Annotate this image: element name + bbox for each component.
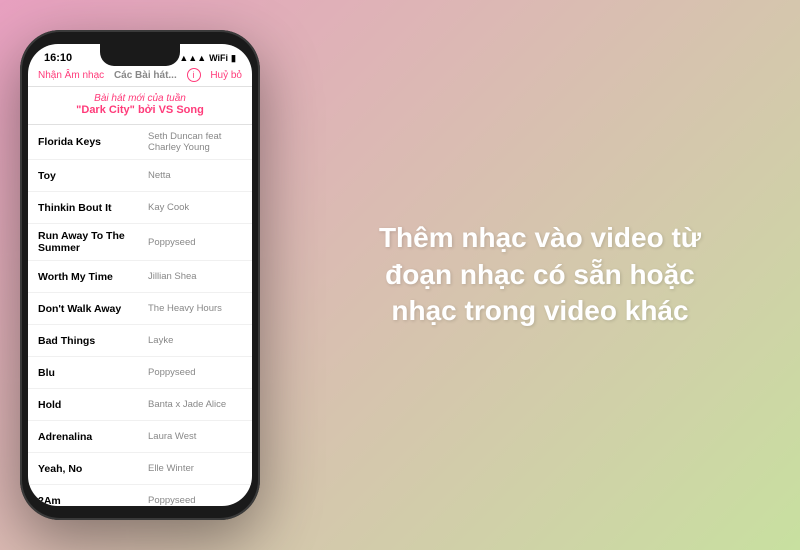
song-title: Blu bbox=[38, 367, 148, 379]
song-title: Hold bbox=[38, 399, 148, 411]
nav-cancel-button[interactable]: Huỷ bỏ bbox=[210, 70, 242, 81]
song-item[interactable]: ToyNetta bbox=[28, 160, 252, 192]
song-of-week-banner: Bài hát mới của tuần "Dark City" bởi VS … bbox=[28, 87, 252, 125]
banner-line2: "Dark City" bởi VS Song bbox=[36, 104, 244, 116]
song-artist: Banta x Jade Alice bbox=[148, 399, 242, 410]
song-title: Bad Things bbox=[38, 335, 148, 347]
song-item[interactable]: BluPoppyseed bbox=[28, 357, 252, 389]
song-title: Thinkin Bout It bbox=[38, 202, 148, 214]
song-item[interactable]: 2AmPoppyseed bbox=[28, 485, 252, 506]
song-item[interactable]: Yeah, NoElle Winter bbox=[28, 453, 252, 485]
song-title: Toy bbox=[38, 170, 148, 182]
song-artist: Layke bbox=[148, 335, 242, 346]
song-item[interactable]: Bad ThingsLayke bbox=[28, 325, 252, 357]
nav-bar: Nhận Âm nhạc Các Bài hát... i Huỷ bỏ bbox=[28, 66, 252, 87]
song-artist: Netta bbox=[148, 170, 242, 181]
promo-text-area: Thêm nhạc vào video từ đoạn nhạc có sẵn … bbox=[260, 220, 780, 329]
battery-icon: ▮ bbox=[231, 53, 236, 64]
signal-icon: ▲▲▲ bbox=[179, 53, 206, 63]
phone-wrapper: 16:10 ▲▲▲ WiFi ▮ Nhận Âm nhạc Các Bài há… bbox=[20, 30, 260, 520]
nav-info-button[interactable]: i bbox=[187, 68, 201, 82]
song-title: Yeah, No bbox=[38, 463, 148, 475]
song-artist: Laura West bbox=[148, 431, 242, 442]
song-artist: Poppyseed bbox=[148, 367, 242, 378]
song-item[interactable]: HoldBanta x Jade Alice bbox=[28, 389, 252, 421]
nav-receive-music[interactable]: Nhận Âm nhạc bbox=[38, 70, 104, 81]
song-item[interactable]: Thinkin Bout ItKay Cook bbox=[28, 192, 252, 224]
song-item[interactable]: AdrenalinaLaura West bbox=[28, 421, 252, 453]
song-list: Florida KeysSeth Duncan feat Charley You… bbox=[28, 125, 252, 506]
song-title: Don't Walk Away bbox=[38, 303, 148, 315]
song-item[interactable]: Worth My TimeJillian Shea bbox=[28, 261, 252, 293]
song-artist: Kay Cook bbox=[148, 202, 242, 213]
song-title: Run Away To The Summer bbox=[38, 230, 148, 254]
song-item[interactable]: Don't Walk AwayThe Heavy Hours bbox=[28, 293, 252, 325]
song-artist: Poppyseed bbox=[148, 237, 242, 248]
song-title: Worth My Time bbox=[38, 271, 148, 283]
page-container: 16:10 ▲▲▲ WiFi ▮ Nhận Âm nhạc Các Bài há… bbox=[0, 0, 800, 550]
banner-line1: Bài hát mới của tuần bbox=[36, 93, 244, 104]
song-item[interactable]: Florida KeysSeth Duncan feat Charley You… bbox=[28, 125, 252, 160]
status-icons: ▲▲▲ WiFi ▮ bbox=[179, 53, 236, 64]
song-artist: Jillian Shea bbox=[148, 271, 242, 282]
song-title: 2Am bbox=[38, 495, 148, 507]
song-title: Adrenalina bbox=[38, 431, 148, 443]
wifi-icon: WiFi bbox=[209, 53, 228, 63]
nav-title: Các Bài hát... bbox=[114, 70, 177, 81]
song-artist: Poppyseed bbox=[148, 495, 242, 506]
phone-notch bbox=[100, 44, 180, 66]
song-artist: Seth Duncan feat Charley Young bbox=[148, 131, 242, 153]
phone-screen: 16:10 ▲▲▲ WiFi ▮ Nhận Âm nhạc Các Bài há… bbox=[28, 44, 252, 506]
song-title: Florida Keys bbox=[38, 136, 148, 148]
promo-text: Thêm nhạc vào video từ đoạn nhạc có sẵn … bbox=[370, 220, 710, 329]
song-item[interactable]: Run Away To The SummerPoppyseed bbox=[28, 224, 252, 261]
status-time: 16:10 bbox=[44, 52, 72, 64]
song-artist: Elle Winter bbox=[148, 463, 242, 474]
song-artist: The Heavy Hours bbox=[148, 303, 242, 314]
